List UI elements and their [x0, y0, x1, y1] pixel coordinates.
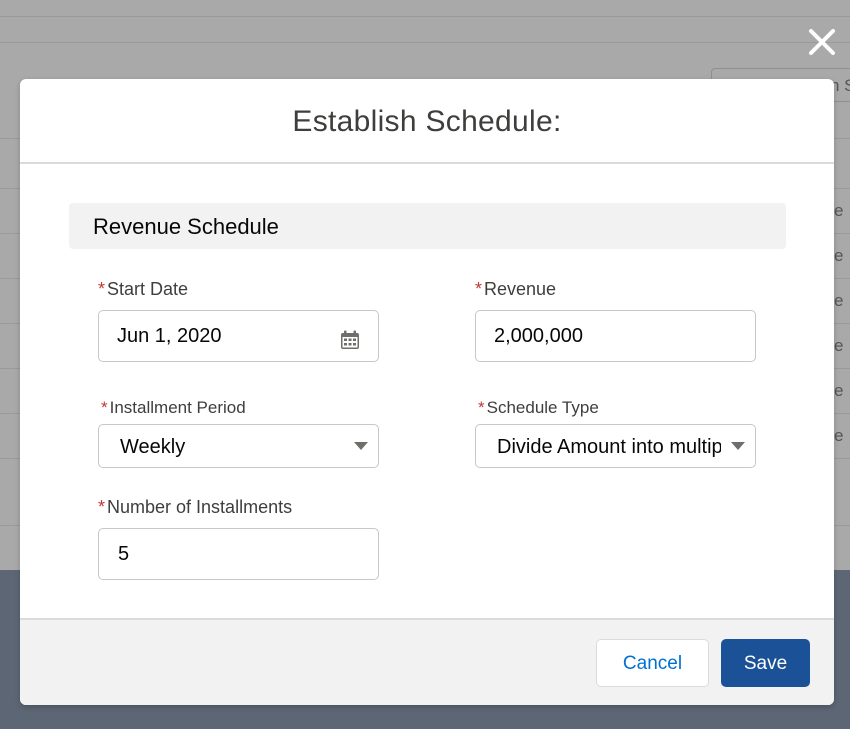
background-row-text: e [834, 201, 844, 220]
revenue-label: * Revenue [475, 279, 557, 299]
installment-period-label: * Installment Period [101, 398, 246, 417]
background-row-text: e [834, 426, 844, 445]
background-row-text: e [834, 381, 844, 400]
required-indicator: * [101, 398, 108, 417]
modal-footer: Cancel Save [20, 618, 834, 705]
number-of-installments-value: 5 [118, 543, 130, 565]
establish-schedule-modal: Establish Schedule: Revenue Schedule * St… [20, 79, 834, 705]
start-date-label: * Start Date [98, 279, 189, 299]
section-title: Revenue Schedule [93, 214, 279, 239]
background-divider [0, 42, 850, 43]
cancel-button[interactable]: Cancel [596, 639, 709, 687]
background-row-text: e [834, 246, 844, 265]
close-modal-button[interactable] [804, 24, 840, 60]
save-button[interactable]: Save [721, 639, 810, 687]
number-of-installments-input[interactable]: 5 [98, 528, 379, 580]
background-divider [0, 16, 850, 17]
calendar-icon[interactable] [340, 330, 360, 350]
installment-period-select[interactable]: Weekly [98, 424, 379, 468]
background-row-text: e [834, 336, 844, 355]
chevron-down-icon [354, 442, 368, 450]
required-indicator: * [98, 497, 106, 517]
installment-period-value: Weekly [120, 436, 186, 458]
chevron-down-icon [731, 442, 745, 450]
schedule-type-label: * Schedule Type [478, 398, 599, 417]
start-date-input[interactable]: Jun 1, 2020 [98, 310, 379, 362]
schedule-type-select[interactable]: Divide Amount into multiple installments [475, 424, 756, 468]
required-indicator: * [475, 279, 483, 299]
required-indicator: * [478, 398, 485, 417]
modal-header: Establish Schedule: [20, 79, 834, 164]
modal-title: Establish Schedule: [292, 104, 562, 138]
background-row-text: e [834, 291, 844, 310]
schedule-type-value: Divide Amount into multiple installments [497, 436, 721, 458]
close-icon [809, 29, 835, 55]
required-indicator: * [98, 279, 106, 299]
revenue-value: 2,000,000 [494, 325, 583, 347]
start-date-value: Jun 1, 2020 [117, 325, 222, 347]
section-header-revenue-schedule: Revenue Schedule [69, 203, 786, 249]
revenue-input[interactable]: 2,000,000 [475, 310, 756, 362]
number-of-installments-label: * Number of Installments [98, 497, 293, 517]
